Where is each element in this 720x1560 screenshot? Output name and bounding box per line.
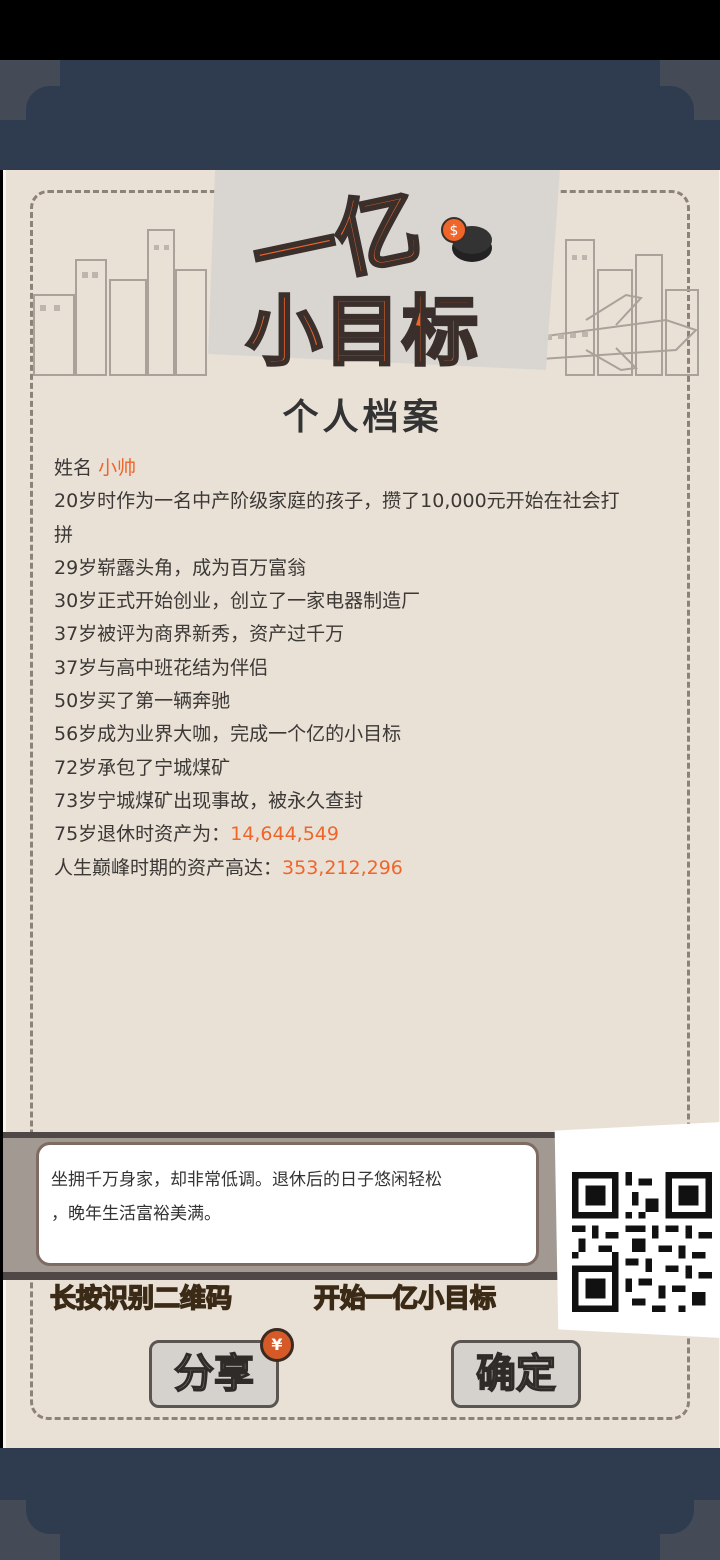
page-title: 个人档案 — [282, 397, 443, 438]
confirm-button[interactable]: 确定 — [451, 1340, 581, 1408]
peak-assets-row: 人生巅峰时期的资产高达：353,212,296 — [54, 852, 674, 885]
coin-stack-icon: $ — [441, 217, 492, 262]
svg-text:$: $ — [450, 223, 459, 239]
scan-qr-tagline: 长按识别二维码 — [49, 1283, 233, 1315]
life-event: 30岁正式开始创业，创立了一家电器制造厂 — [54, 590, 421, 613]
life-event: 37岁被评为商界新秀，资产过千万 — [54, 623, 345, 646]
life-event: 37岁与高中班花结为伴侣 — [54, 656, 269, 679]
logo-text-bottom: 小目标 — [245, 286, 480, 378]
comment-line-2: ，晚年生活富裕美满。 — [51, 1204, 221, 1224]
profile-details: 姓名 小帅 20岁时作为一名中产阶级家庭的孩子，攒了10,000元开始在社会打 … — [54, 452, 674, 885]
comment-line-1: 坐拥千万身家，却非常低调。退休后的日子悠闲轻松 — [51, 1170, 442, 1190]
frame-corner-bottom-left — [0, 1500, 60, 1560]
peak-assets-value: 353,212,296 — [282, 856, 403, 879]
life-event: 拼 — [54, 523, 74, 546]
bottom-frame — [0, 1448, 720, 1560]
retirement-assets-row: 75岁退休时资产为：14,644,549 — [54, 818, 674, 851]
top-frame — [0, 60, 720, 170]
name-label: 姓名 — [54, 457, 93, 479]
life-event: 50岁买了第一辆奔驰 — [54, 690, 231, 713]
name-value: 小帅 — [98, 457, 137, 479]
life-event: 20岁时作为一名中产阶级家庭的孩子，攒了10,000元开始在社会打 — [54, 490, 620, 513]
start-game-tagline: 开始一亿小目标 — [313, 1283, 497, 1315]
life-event: 29岁崭露头角，成为百万富翁 — [54, 556, 307, 579]
life-event: 72岁承包了宁城煤矿 — [54, 756, 231, 779]
life-event: 56岁成为业界大咖，完成一个亿的小目标 — [54, 723, 402, 746]
share-button[interactable]: 分享 — [149, 1340, 279, 1408]
frame-corner-top-left — [0, 60, 60, 120]
retirement-assets-label: 75岁退休时资产为： — [54, 823, 231, 846]
profile-paper: 一亿 $ 小目标 个人档案 姓名 小帅 20岁时作为一名中产阶级家庭的孩子，攒了… — [3, 170, 720, 1448]
frame-corner-top-right — [660, 60, 720, 120]
frame-corner-bottom-right — [660, 1500, 720, 1560]
life-event: 73岁宁城煤矿出现事故，被永久查封 — [54, 789, 364, 812]
life-comment: 坐拥千万身家，却非常低调。退休后的日子悠闲轻松 ，晚年生活富裕美满。 — [36, 1142, 539, 1266]
qr-code-icon[interactable] — [572, 1172, 712, 1312]
retirement-assets-value: 14,644,549 — [230, 823, 339, 846]
peak-assets-label: 人生巅峰时期的资产高达： — [54, 856, 283, 879]
coin-icon: ¥ — [260, 1328, 294, 1362]
name-row: 姓名 小帅 — [54, 452, 674, 485]
